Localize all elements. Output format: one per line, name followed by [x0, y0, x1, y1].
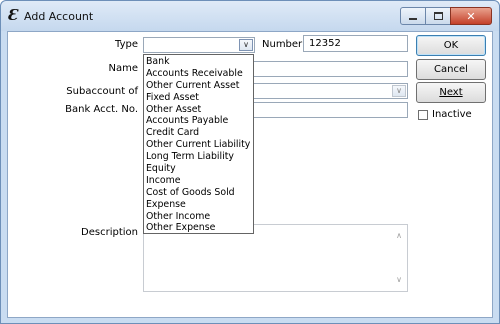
dropdown-option[interactable]: Other Asset	[144, 104, 253, 116]
type-dropdown-button[interactable]: ∨	[239, 39, 253, 51]
app-icon: Ɛ	[7, 6, 18, 24]
ok-button[interactable]: OK	[416, 35, 486, 56]
type-label: Type	[115, 39, 138, 50]
type-combobox[interactable]: ∨	[143, 37, 255, 53]
chevron-down-icon: ∨	[243, 40, 249, 49]
inactive-checkbox[interactable]	[418, 110, 428, 120]
dropdown-option[interactable]: Other Expense	[144, 222, 253, 234]
next-label: Next	[439, 87, 463, 98]
minimize-icon	[409, 18, 417, 20]
dropdown-option[interactable]: Accounts Payable	[144, 115, 253, 127]
dropdown-option[interactable]: Other Current Asset	[144, 80, 253, 92]
maximize-icon	[433, 12, 443, 20]
title-bar[interactable]: Ɛ Add Account ✕	[1, 1, 499, 31]
dropdown-option[interactable]: Credit Card	[144, 127, 253, 139]
type-dropdown-list: Bank Accounts Receivable Other Current Ass…	[143, 54, 254, 234]
dropdown-option[interactable]: Income	[144, 175, 253, 187]
window-title: Add Account	[24, 10, 94, 23]
scroll-down-icon[interactable]: ∨	[396, 275, 402, 284]
number-value: 12352	[309, 38, 341, 49]
number-input[interactable]: 12352	[303, 35, 408, 52]
dropdown-option[interactable]: Bank	[144, 56, 253, 68]
dropdown-option[interactable]: Other Current Liability	[144, 139, 253, 151]
caption-buttons: ✕	[400, 7, 492, 25]
dropdown-option[interactable]: Equity	[144, 163, 253, 175]
description-label: Description	[81, 227, 138, 238]
inactive-label[interactable]: Inactive	[432, 109, 472, 120]
dropdown-option[interactable]: Cost of Goods Sold	[144, 187, 253, 199]
scroll-up-icon[interactable]: ∧	[396, 231, 402, 240]
minimize-button[interactable]	[400, 7, 426, 25]
chevron-down-icon: ∨	[396, 86, 402, 95]
dropdown-option[interactable]: Other Income	[144, 211, 253, 223]
number-label: Number	[262, 39, 303, 50]
subaccount-label: Subaccount of	[66, 86, 138, 97]
subaccount-dropdown-button[interactable]: ∨	[392, 85, 406, 97]
next-button[interactable]: Next	[416, 82, 486, 103]
dropdown-option[interactable]: Expense	[144, 199, 253, 211]
bank-acct-label: Bank Acct. No.	[65, 104, 138, 115]
add-account-window: Ɛ Add Account ✕ Type ∨ Number 12352 Name…	[0, 0, 500, 324]
cancel-button[interactable]: Cancel	[416, 59, 486, 80]
dropdown-option[interactable]: Long Term Liability	[144, 151, 253, 163]
name-label: Name	[108, 63, 138, 74]
maximize-button[interactable]	[425, 7, 451, 25]
close-icon: ✕	[466, 9, 476, 23]
cancel-label: Cancel	[434, 64, 468, 75]
ok-label: OK	[443, 40, 459, 51]
close-button[interactable]: ✕	[450, 7, 492, 25]
dropdown-option[interactable]: Fixed Asset	[144, 92, 253, 104]
dropdown-option[interactable]: Accounts Receivable	[144, 68, 253, 80]
